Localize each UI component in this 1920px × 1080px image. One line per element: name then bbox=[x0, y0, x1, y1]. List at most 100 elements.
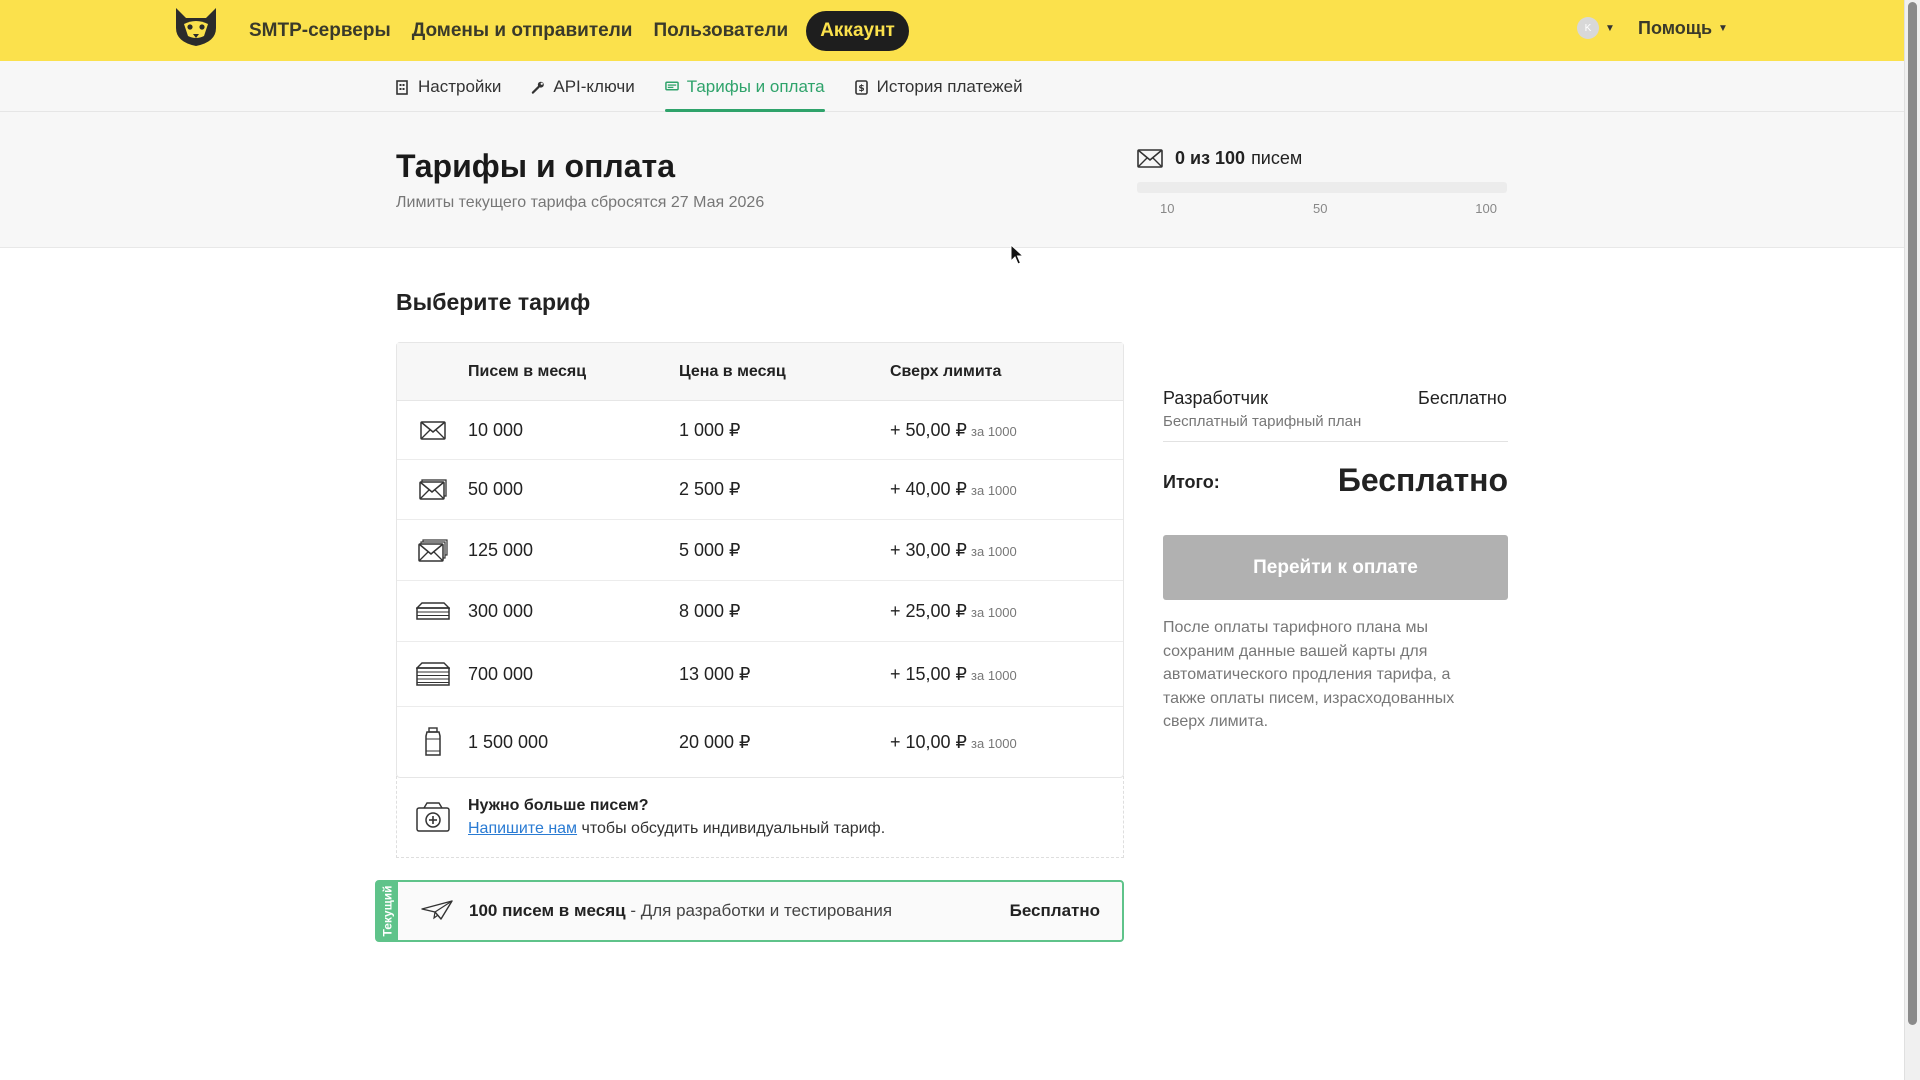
total-value: Бесплатно bbox=[1337, 462, 1508, 498]
col-emails: Писем в месяц bbox=[468, 362, 587, 380]
nav-domains-senders[interactable]: Домены и отправители bbox=[412, 12, 633, 50]
row-price: 5 000 ₽ bbox=[679, 539, 741, 560]
per-thousand: за 1000 bbox=[971, 604, 1017, 620]
tariff-table: Писем в месяц Цена в месяц Сверх лимита … bbox=[396, 342, 1124, 778]
row-overage: + 25,00 ₽ bbox=[890, 600, 968, 621]
envelopes-stack-icon bbox=[397, 538, 468, 562]
scrollbar-thumb[interactable] bbox=[1908, 2, 1917, 1025]
total-label: Итого: bbox=[1163, 472, 1220, 492]
tick-label: 50 bbox=[1313, 201, 1328, 216]
mouse-cursor-icon bbox=[1010, 243, 1025, 271]
per-thousand: за 1000 bbox=[971, 423, 1017, 439]
main-nav: SMTP-серверы Домены и отправители Пользо… bbox=[236, 0, 917, 61]
table-row[interactable]: 50 000 2 500 ₽ + 40,00 ₽ за 1000 bbox=[397, 460, 1123, 520]
usage-ticks: 10 50 100 bbox=[1137, 201, 1507, 217]
row-emails: 300 000 bbox=[468, 600, 534, 621]
custom-plan-note: Нужно больше писем? Напишите нам чтобы о… bbox=[396, 776, 1124, 858]
table-row[interactable]: 700 000 13 000 ₽ + 15,00 ₽ за 1000 bbox=[397, 642, 1123, 707]
selected-plan-desc: Бесплатный тарифный план bbox=[1163, 413, 1362, 430]
table-row[interactable]: 10 000 1 000 ₽ + 50,00 ₽ за 1000 bbox=[397, 401, 1123, 460]
row-emails: 125 000 bbox=[468, 539, 534, 560]
nav-account[interactable]: Аккаунт bbox=[806, 10, 909, 51]
current-tag-label: Текущий bbox=[380, 885, 395, 937]
caret-down-icon: ▼ bbox=[1605, 22, 1615, 34]
sub-nav: Настройки API-ключи Тарифы и оплата $ Ис… bbox=[0, 61, 1904, 112]
tab-api-keys[interactable]: API-ключи bbox=[531, 61, 635, 112]
divider bbox=[1163, 441, 1508, 442]
caret-down-icon: ▼ bbox=[1718, 23, 1728, 34]
current-plan-row: Текущий 100 писем в месяц - Для разработ… bbox=[375, 880, 1124, 942]
envelope-icon bbox=[397, 420, 468, 440]
table-row[interactable]: 125 000 5 000 ₽ + 30,00 ₽ за 1000 bbox=[397, 520, 1123, 581]
mail-crate-icon bbox=[397, 662, 468, 686]
row-emails: 10 000 bbox=[468, 419, 524, 440]
help-label: Помощь bbox=[1638, 18, 1713, 38]
tick-label: 100 bbox=[1475, 201, 1497, 216]
envelope-icon bbox=[397, 479, 468, 500]
contact-us-link[interactable]: Напишите нам bbox=[468, 820, 577, 837]
selected-plan-price: Бесплатно bbox=[1418, 388, 1507, 408]
per-thousand: за 1000 bbox=[971, 735, 1017, 751]
row-price: 20 000 ₽ bbox=[679, 731, 751, 752]
row-overage: + 15,00 ₽ bbox=[890, 663, 968, 684]
usage-counter: 0 из 100 писем bbox=[1137, 148, 1302, 169]
usage-progress-bar bbox=[1137, 182, 1507, 193]
table-row[interactable]: 300 000 8 000 ₽ + 25,00 ₽ за 1000 bbox=[397, 581, 1123, 642]
usage-unit: писем bbox=[1251, 148, 1303, 168]
table-header: Писем в месяц Цена в месяц Сверх лимита bbox=[397, 343, 1123, 401]
mail-add-icon bbox=[397, 801, 468, 832]
payment-note: После оплаты тарифного плана мы сохраним… bbox=[1163, 619, 1455, 730]
limits-reset-note: Лимиты текущего тарифа сбросятся 27 Мая … bbox=[396, 194, 765, 211]
wrench-icon bbox=[531, 80, 545, 94]
avatar: K bbox=[1577, 17, 1599, 39]
help-menu[interactable]: Помощь ▼ bbox=[1638, 18, 1728, 39]
user-menu[interactable]: K ▼ bbox=[1577, 17, 1615, 39]
nav-smtp-servers[interactable]: SMTP-серверы bbox=[249, 12, 391, 50]
scrollbar[interactable] bbox=[1904, 0, 1920, 1080]
row-price: 2 500 ₽ bbox=[679, 479, 741, 499]
tab-api-keys-label: API-ключи bbox=[553, 76, 635, 96]
tick-label: 10 bbox=[1160, 201, 1175, 216]
svg-text:$: $ bbox=[858, 84, 864, 94]
paper-plane-icon bbox=[421, 900, 453, 925]
top-bar: SMTP-серверы Домены и отправители Пользо… bbox=[0, 0, 1904, 61]
current-desc: - Для разработки и тестирования bbox=[630, 901, 893, 920]
current-tag: Текущий bbox=[377, 882, 398, 940]
row-price: 13 000 ₽ bbox=[679, 663, 751, 684]
tab-settings-label: Настройки bbox=[418, 76, 502, 96]
row-overage: + 30,00 ₽ bbox=[890, 539, 968, 560]
current-price: Бесплатно bbox=[1009, 901, 1100, 920]
row-overage: + 40,00 ₽ bbox=[890, 479, 968, 499]
row-overage: + 50,00 ₽ bbox=[890, 419, 968, 440]
mail-bottle-icon bbox=[397, 727, 468, 757]
husky-logo-icon[interactable] bbox=[172, 6, 220, 48]
more-question: Нужно больше писем? bbox=[468, 796, 649, 814]
current-emails: 100 писем в месяц bbox=[469, 901, 626, 920]
tab-tariffs[interactable]: Тарифы и оплата bbox=[664, 61, 825, 112]
building-icon bbox=[396, 79, 410, 95]
mail-box-icon bbox=[397, 602, 468, 620]
page-title: Тарифы и оплата bbox=[396, 148, 676, 184]
receipt-icon: $ bbox=[854, 79, 869, 95]
page-header bbox=[0, 112, 1904, 248]
tab-settings[interactable]: Настройки bbox=[396, 61, 501, 112]
proceed-to-payment-button[interactable]: Перейти к оплате bbox=[1163, 535, 1508, 600]
row-emails: 50 000 bbox=[468, 479, 524, 499]
col-price: Цена в месяц bbox=[679, 362, 786, 380]
money-icon bbox=[664, 80, 679, 94]
per-thousand: за 1000 bbox=[971, 483, 1017, 498]
col-overage: Сверх лимита bbox=[890, 362, 1002, 380]
table-row[interactable]: 1 500 000 20 000 ₽ + 10,00 ₽ за 1000 bbox=[397, 707, 1123, 777]
row-overage: + 10,00 ₽ bbox=[890, 731, 968, 752]
row-price: 8 000 ₽ bbox=[679, 600, 741, 621]
row-price: 1 000 ₽ bbox=[679, 419, 741, 440]
per-thousand: за 1000 bbox=[971, 667, 1017, 683]
tab-payment-history-label: История платежей bbox=[876, 76, 1023, 96]
nav-users[interactable]: Пользователи bbox=[653, 12, 788, 50]
tab-payment-history[interactable]: $ История платежей bbox=[854, 61, 1023, 112]
more-rest: чтобы обсудить индивидуальный тариф. bbox=[581, 819, 886, 837]
row-emails: 1 500 000 bbox=[468, 731, 549, 752]
per-thousand: за 1000 bbox=[971, 543, 1017, 559]
row-emails: 700 000 bbox=[468, 663, 534, 684]
selected-plan-name: Разработчик bbox=[1163, 388, 1268, 408]
